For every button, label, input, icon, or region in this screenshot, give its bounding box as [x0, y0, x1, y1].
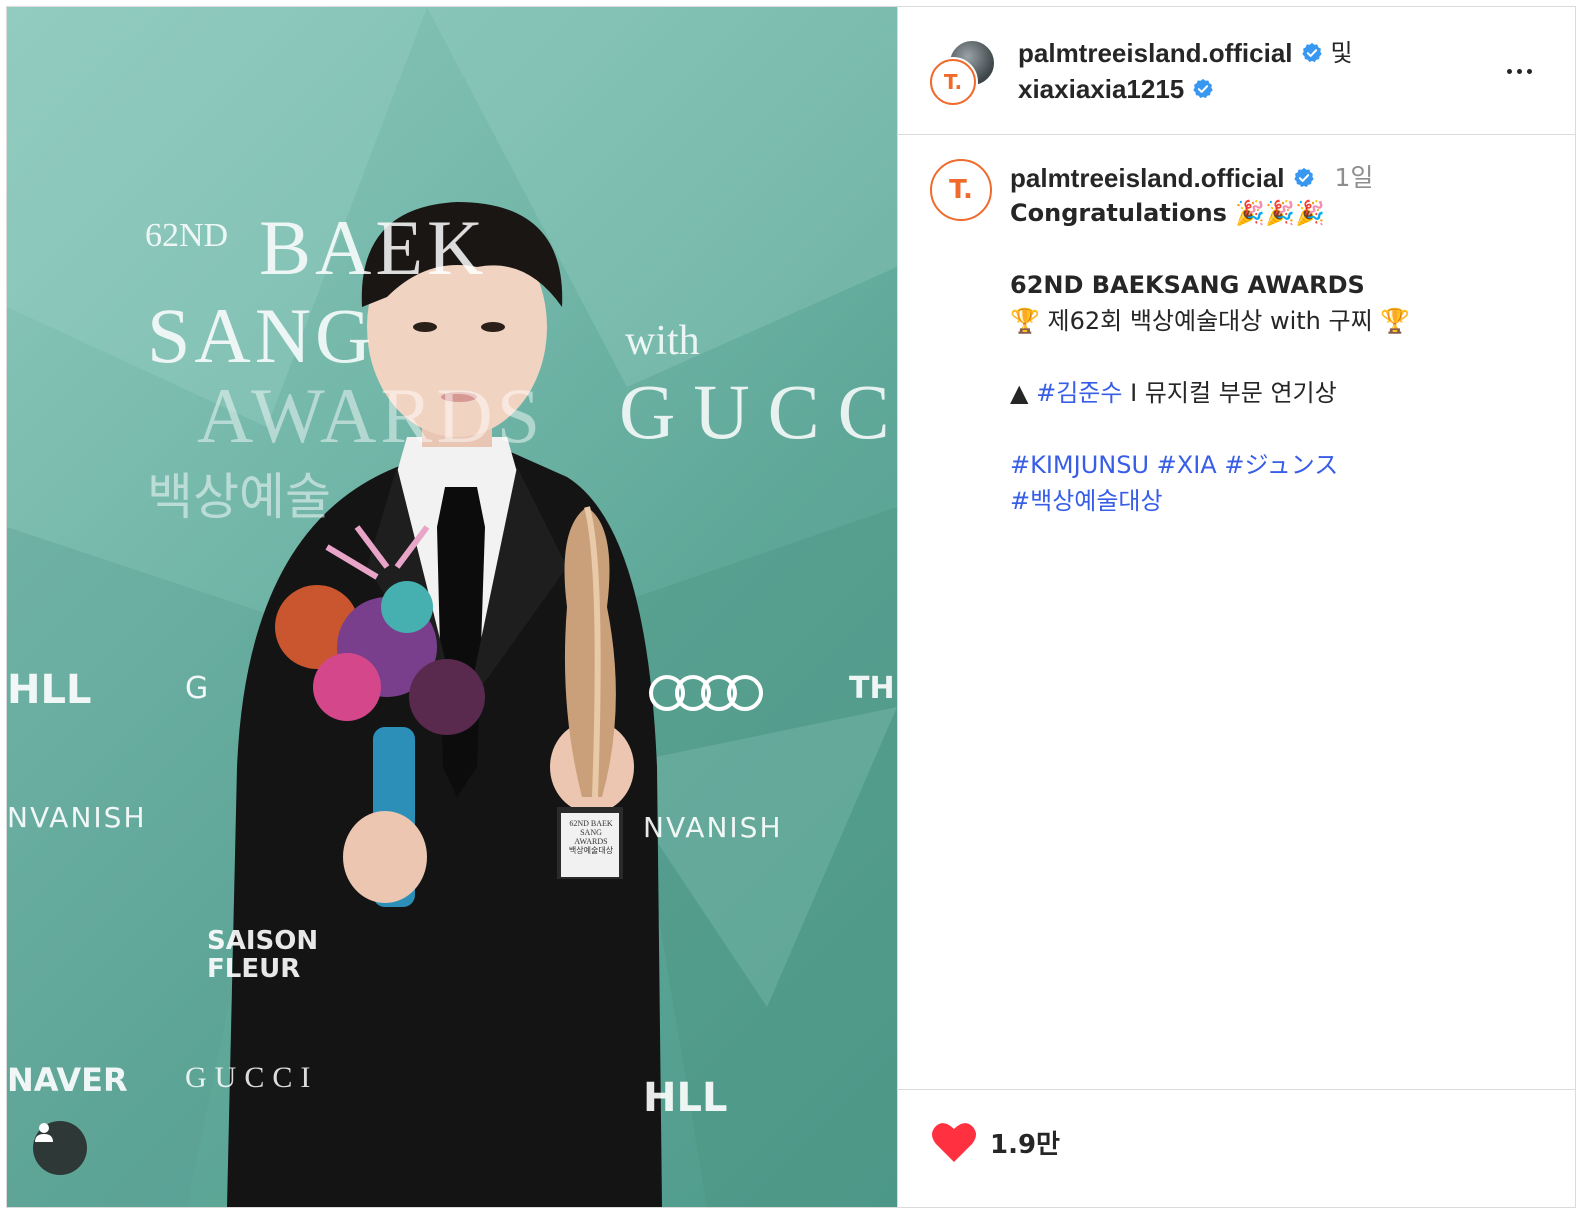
caption-avatar[interactable]: T.	[930, 159, 992, 221]
sponsor-the: THE	[849, 671, 897, 706]
backdrop-korean-title: 백상예술	[147, 468, 331, 526]
username-link[interactable]: xiaxiaxia1215	[1018, 71, 1184, 107]
sponsor-naver: NAVER	[7, 1061, 128, 1099]
sponsor-hll-left: HLL	[7, 667, 92, 713]
like-count[interactable]: 1.9만	[990, 1124, 1060, 1161]
more-options-button[interactable]	[1501, 59, 1537, 83]
backdrop-62nd: 62ND	[145, 217, 229, 254]
header-user2-row: xiaxiaxia1215	[1018, 71, 1353, 107]
user-tag-icon	[35, 1123, 53, 1142]
trophy-plate-line: 62ND BAEK	[569, 819, 613, 828]
caption-header-row: palmtreeisland.official 1일	[1010, 161, 1550, 195]
audi-rings-logo	[649, 675, 763, 711]
sponsor-saison-fleur: SAISON FLEUR	[207, 926, 319, 984]
hashtag-link[interactable]: #ジュンス	[1224, 451, 1338, 479]
backdrop-with: with	[625, 318, 700, 364]
caption-body: palmtreeisland.official 1일 Congratulatio…	[1010, 161, 1550, 519]
more-horizontal-icon	[1506, 68, 1512, 74]
backdrop-awards: AWARDS	[197, 372, 545, 459]
caption-prefix: ▲	[1010, 379, 1037, 407]
verified-badge-icon	[1293, 167, 1314, 188]
post-timestamp[interactable]: 1일	[1335, 161, 1374, 195]
sponsor-g: G	[185, 671, 209, 706]
photo-backdrop-art	[7, 7, 897, 1207]
avatar-palmtreeisland[interactable]: T.	[928, 57, 978, 107]
hashtag-row: #백상예술대상	[1010, 483, 1550, 519]
like-row: 1.9만	[930, 1120, 1060, 1164]
collab-usernames: palmtreeisland.official 및 xiaxiaxia1215	[1018, 35, 1353, 107]
hashtag-row: #KIMJUNSU #XIA #ジュンス	[1010, 447, 1550, 483]
caption-line: ▲ #김준수 I 뮤지컬 부문 연기상	[1010, 375, 1550, 411]
more-horizontal-icon	[1516, 68, 1522, 74]
username-link[interactable]: palmtreeisland.official	[1018, 35, 1293, 71]
caption-suffix: I 뮤지컬 부문 연기상	[1122, 379, 1337, 407]
hashtag-link[interactable]: #XIA	[1157, 451, 1217, 479]
sponsor-gucci-small: GUCCI	[185, 1061, 319, 1094]
backdrop-sang: SANG	[147, 292, 376, 379]
user-tag-button[interactable]	[33, 1121, 87, 1175]
header-user1-row: palmtreeisland.official 및	[1018, 35, 1353, 71]
more-horizontal-icon	[1526, 68, 1532, 74]
sponsor-vanish-right: NVANISH	[643, 811, 783, 844]
and-conjunction: 및	[1330, 39, 1353, 67]
trophy-plate-line: SANG	[580, 828, 602, 837]
backdrop-baek: BAEK	[259, 204, 488, 291]
hashtag-link[interactable]: #김준수	[1036, 379, 1122, 407]
caption-line: 🏆 제62회 백상예술대상 with 구찌 🏆	[1010, 307, 1411, 335]
hashtag-link[interactable]: #백상예술대상	[1010, 487, 1163, 515]
caption-line: 62ND BAEKSANG AWARDS	[1010, 271, 1365, 299]
verified-badge-icon	[1193, 78, 1213, 99]
instagram-post-frame: 62ND BAEK SANG AWARDS with GUCCI 백상예술 HL…	[6, 6, 1576, 1208]
caption-username-link[interactable]: palmtreeisland.official	[1010, 161, 1285, 195]
trophy-plate-line: AWARDS	[574, 837, 608, 846]
collab-avatars[interactable]: T.	[928, 39, 998, 109]
verified-badge-icon	[1301, 42, 1322, 63]
backdrop-gucci: GUCCI	[619, 368, 897, 455]
post-details-panel: T. palmtreeisland.official 및 xiaxiaxia12…	[897, 7, 1575, 1207]
post-actions: 1.9만	[898, 1089, 1575, 1207]
post-photo[interactable]: 62ND BAEK SANG AWARDS with GUCCI 백상예술 HL…	[7, 7, 897, 1207]
sponsor-vanish-left: NVANISH	[7, 801, 147, 834]
palmtree-logo-icon: T.	[930, 59, 976, 105]
heart-filled-icon[interactable]	[930, 1120, 978, 1164]
sponsor-hll-right: HLL	[643, 1075, 728, 1121]
post-header: T. palmtreeisland.official 및 xiaxiaxia12…	[898, 7, 1575, 135]
trophy-plate: 62ND BAEK SANG AWARDS 백상예술대상	[563, 819, 619, 855]
trophy-plate-line: 백상예술대상	[568, 846, 614, 855]
caption-line: Congratulations 🎉🎉🎉	[1010, 199, 1325, 227]
hashtag-link[interactable]: #KIMJUNSU	[1010, 451, 1149, 479]
